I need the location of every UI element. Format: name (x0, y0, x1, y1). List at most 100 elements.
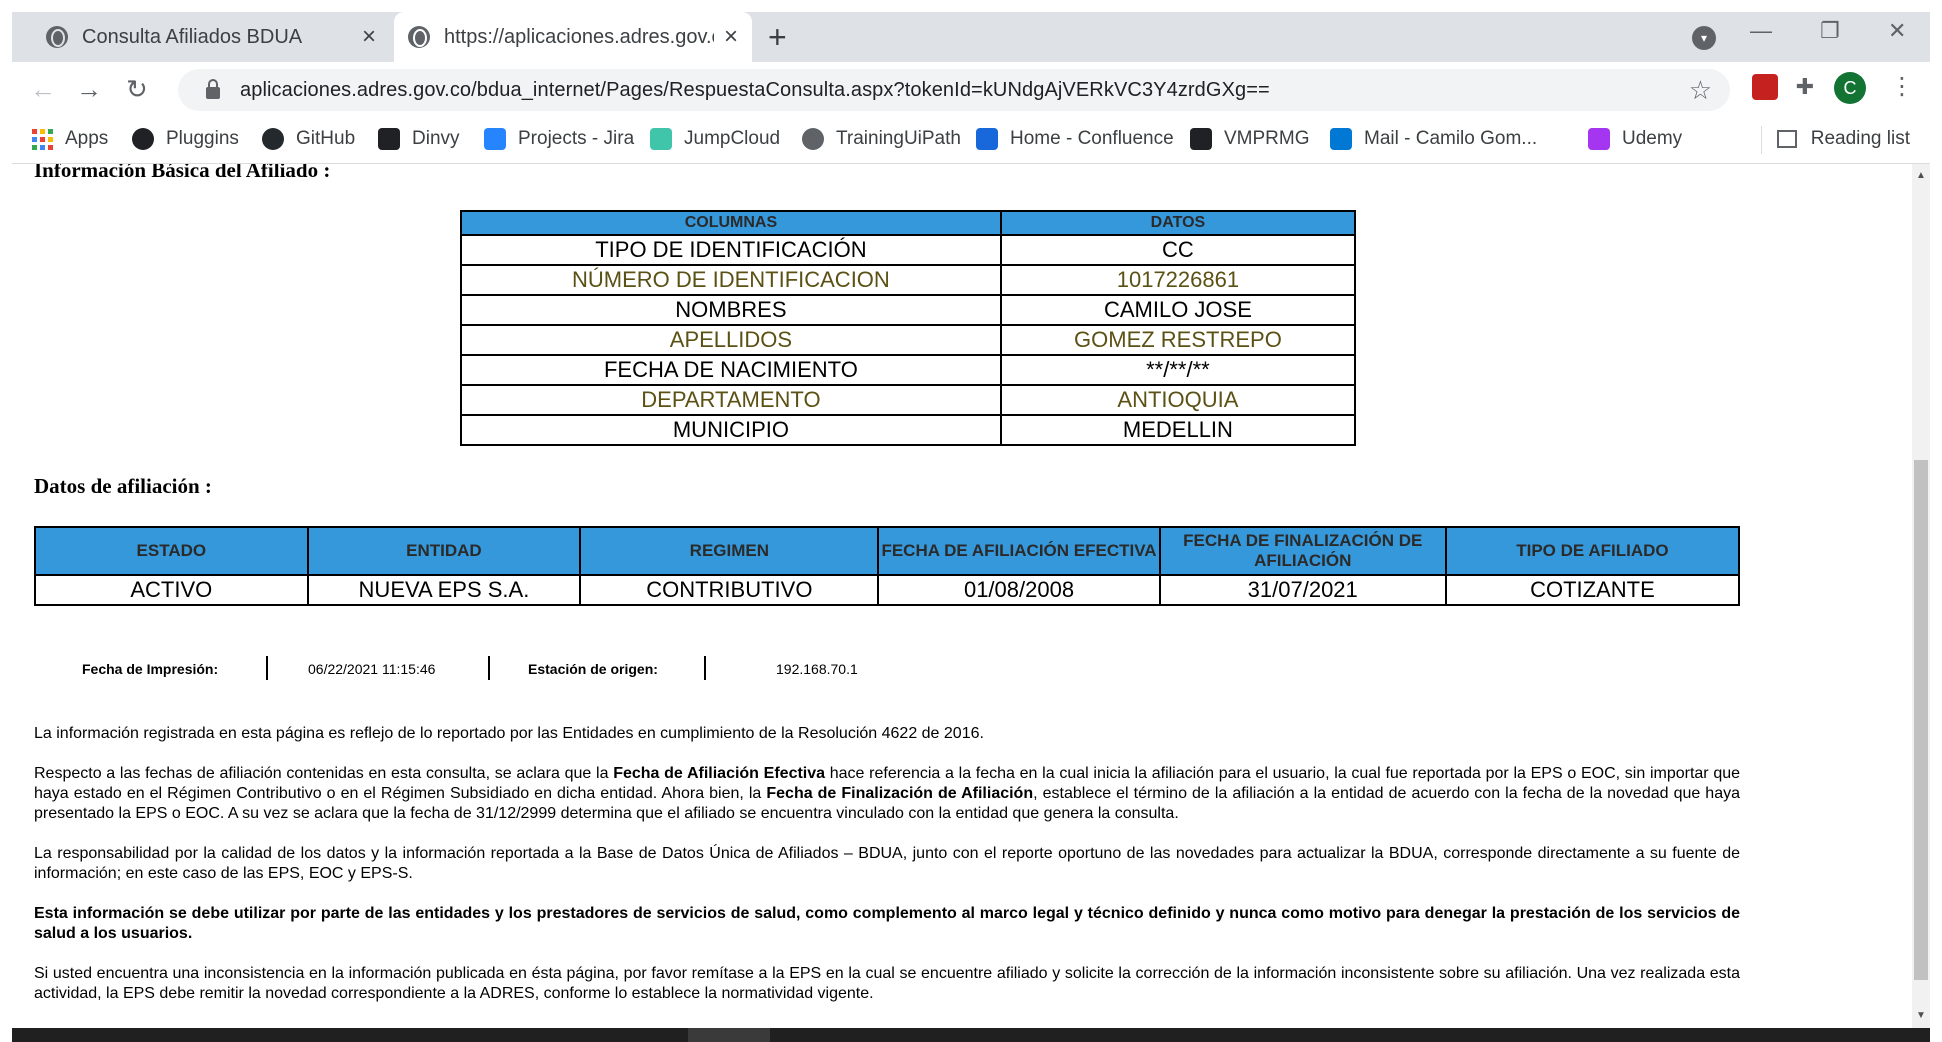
forward-arrow-icon[interactable]: → (76, 74, 102, 104)
fecha-impresion-label: Fecha de Impresión: (82, 661, 219, 677)
info-basica-table: COLUMNAS DATOS TIPO DE IDENTIFICACIÓN CC… (460, 210, 1357, 446)
table-row: APELLIDOS GOMEZ RESTREPO (460, 324, 1357, 356)
table-cell: CONTRIBUTIVO (579, 574, 880, 606)
bookmark-label: JumpCloud (684, 128, 781, 149)
bookmark-dinvy[interactable]: Dinvy (378, 128, 460, 150)
taskbar-item[interactable] (688, 1028, 770, 1042)
bookmark-label: Dinvy (412, 128, 460, 149)
bookmark-label: Apps (65, 128, 109, 149)
pluggins-icon (132, 128, 154, 150)
minimize-icon[interactable]: — (1750, 18, 1772, 44)
table-cell: TIPO DE IDENTIFICACIÓN (460, 234, 1002, 266)
legal-notice: La información registrada en esta página… (34, 724, 1740, 1024)
bookmark-label: TrainingUiPath (836, 128, 961, 149)
table-cell: 31/07/2021 (1158, 574, 1447, 606)
bookmark-traininguipath[interactable]: TrainingUiPath (802, 128, 961, 150)
legal-paragraph: La información registrada en esta página… (34, 725, 984, 742)
bookmark-label: Home - Confluence (1010, 128, 1174, 149)
url-text[interactable]: aplicaciones.adres.gov.co/bdua_internet/… (240, 79, 1270, 102)
kebab-menu-icon[interactable]: ⋮ (1890, 72, 1914, 101)
apps-grid-icon (32, 128, 53, 150)
bookmark-confluence[interactable]: Home - Confluence (976, 128, 1174, 150)
table-row: NÚMERO DE IDENTIFICACION 1017226861 (460, 264, 1357, 296)
divider (266, 656, 268, 680)
reading-list-label: Reading list (1810, 128, 1910, 149)
tab-search-icon[interactable]: ▾ (1692, 26, 1716, 50)
github-icon (262, 128, 284, 150)
table-cell: **/**/** (999, 354, 1357, 386)
jumpcloud-icon (650, 128, 672, 150)
scrollbar-thumb[interactable] (1914, 460, 1928, 980)
table-header: FECHA DE FINALIZACIÓN DE AFILIACIÓN (1158, 526, 1447, 576)
table-cell: CC (999, 234, 1357, 266)
table-header: TIPO DE AFILIADO (1444, 526, 1741, 576)
table-cell: ANTIOQUIA (999, 384, 1357, 416)
tab-title: Consulta Afiliados BDUA (82, 25, 303, 48)
globe-icon (408, 26, 430, 48)
page-viewport: Información Básica del Afiliado : COLUMN… (12, 164, 1912, 1028)
bookmark-apps[interactable]: Apps (32, 128, 108, 150)
jira-icon (484, 128, 506, 150)
bookmark-mail[interactable]: Mail - Camilo Gom... (1330, 128, 1537, 150)
scroll-up-icon[interactable]: ▲ (1916, 170, 1926, 181)
tab-strip: Consulta Afiliados BDUA × https://aplica… (12, 12, 1930, 62)
new-tab-button[interactable]: + (768, 20, 787, 54)
password-manager-extension-icon[interactable] (1752, 74, 1778, 100)
profile-avatar[interactable]: C (1834, 72, 1866, 104)
bookmark-label: Udemy (1622, 128, 1683, 149)
globe-icon (46, 26, 68, 48)
table-cell: FECHA DE NACIMIENTO (460, 354, 1002, 386)
dinvy-icon (378, 128, 400, 150)
table-cell: APELLIDOS (460, 324, 1002, 356)
bookmark-github[interactable]: GitHub (262, 128, 355, 150)
table-row: FECHA DE NACIMIENTO **/**/** (460, 354, 1357, 386)
bookmark-label: GitHub (296, 128, 356, 149)
tab-adres-respuesta[interactable]: https://aplicaciones.adres.gov.co/ × (394, 12, 752, 62)
table-cell: NÚMERO DE IDENTIFICACION (460, 264, 1002, 296)
close-icon[interactable]: × (724, 23, 738, 51)
reload-icon[interactable]: ↻ (126, 74, 148, 104)
scroll-down-icon[interactable]: ▼ (1916, 1010, 1926, 1021)
bookmark-udemy[interactable]: Udemy (1588, 128, 1682, 150)
table-row: NOMBRES CAMILO JOSE (460, 294, 1357, 326)
table-header: REGIMEN (579, 526, 880, 576)
estacion-origen-label: Estación de origen: (528, 661, 658, 677)
table-row: TIPO DE IDENTIFICACIÓN CC (460, 234, 1357, 266)
toolbar: ← → ↻ aplicaciones.adres.gov.co/bdua_int… (12, 62, 1930, 118)
legal-paragraph-bold: Esta información se debe utilizar por pa… (34, 905, 1740, 942)
tab-title: https://aplicaciones.adres.gov.co/ (444, 25, 714, 48)
divider (704, 656, 706, 680)
confluence-icon (976, 128, 998, 150)
bookmark-projects-jira[interactable]: Projects - Jira (484, 128, 634, 150)
reading-list-icon (1776, 130, 1797, 148)
outlook-icon (1330, 128, 1352, 150)
table-row: MUNICIPIO MEDELLIN (460, 414, 1357, 446)
address-bar[interactable]: aplicaciones.adres.gov.co/bdua_internet/… (178, 69, 1730, 111)
close-icon[interactable]: × (362, 23, 376, 51)
bookmark-star-icon[interactable]: ☆ (1689, 75, 1712, 106)
vertical-scrollbar[interactable]: ▲ ▼ (1912, 164, 1930, 1028)
table-cell: NUEVA EPS S.A. (306, 574, 582, 606)
divider (488, 656, 490, 680)
table-header: ESTADO (34, 526, 309, 576)
back-arrow-icon[interactable]: ← (30, 74, 56, 104)
bookmark-pluggins[interactable]: Pluggins (132, 128, 239, 150)
table-row: DEPARTAMENTO ANTIOQUIA (460, 384, 1357, 416)
bookmark-vmprmg[interactable]: VMPRMG (1190, 128, 1310, 150)
tab-consulta-afiliados[interactable]: Consulta Afiliados BDUA × (32, 12, 390, 62)
reading-list-button[interactable]: Reading list (1776, 128, 1910, 150)
bookmark-jumpcloud[interactable]: JumpCloud (650, 128, 780, 150)
table-header: FECHA DE AFILIACIÓN EFECTIVA (877, 526, 1161, 576)
bookmark-label: Projects - Jira (518, 128, 635, 149)
bookmarks-divider (1761, 126, 1762, 154)
table-header: ENTIDAD (306, 526, 582, 576)
vmprmg-icon (1190, 128, 1212, 150)
lock-icon[interactable] (206, 79, 220, 99)
puzzle-icon[interactable]: ✚ (1792, 74, 1818, 100)
window-close-icon[interactable]: ✕ (1888, 18, 1906, 44)
restore-icon[interactable]: ❐ (1820, 18, 1840, 44)
table-cell: 01/08/2008 (877, 574, 1161, 606)
datos-afiliacion-table: ESTADO ENTIDAD REGIMEN FECHA DE AFILIACI… (34, 526, 1741, 606)
table-cell: ACTIVO (34, 574, 309, 606)
section-title-info-basica: Información Básica del Afiliado : (34, 164, 331, 182)
